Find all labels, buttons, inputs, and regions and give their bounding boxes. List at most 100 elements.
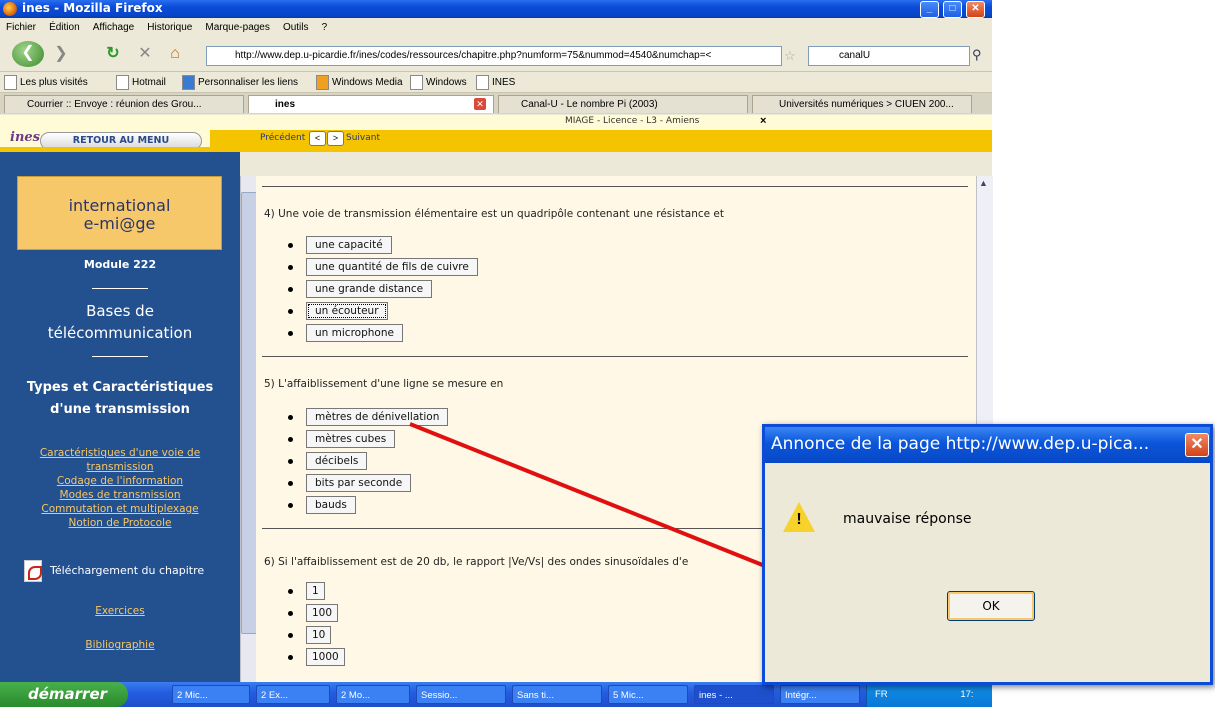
taskbar-item[interactable]: 2 Mic...	[172, 685, 250, 704]
scroll-up-icon[interactable]: ▲	[979, 178, 988, 188]
answer-button[interactable]: 1000	[306, 648, 345, 666]
answer-button[interactable]: 100	[306, 604, 339, 622]
search-box[interactable]: canalU	[808, 46, 970, 66]
tab-courrier[interactable]: Courrier :: Envoye : réunion des Grou...	[4, 95, 244, 113]
header-close-icon[interactable]: ×	[760, 115, 766, 127]
next-arrow-button[interactable]: >	[327, 131, 344, 146]
warning-mark: !	[796, 511, 802, 528]
module-title-line1: Bases de	[86, 302, 154, 320]
module-title-line2: télécommunication	[47, 324, 193, 342]
dialog-title: Annonce de la page http://www.dep.u-pica…	[771, 434, 1150, 454]
answer-button[interactable]: un microphone	[306, 324, 403, 342]
pdf-icon[interactable]	[24, 560, 42, 582]
bookmark-plus-visites[interactable]: Les plus visités	[4, 75, 88, 90]
download-chapter-link[interactable]: Téléchargement du chapitre	[50, 564, 204, 577]
answer-button[interactable]: une grande distance	[306, 280, 433, 298]
taskbar-item[interactable]: Sans ti...	[512, 685, 602, 704]
answer-button[interactable]: bauds	[306, 496, 356, 514]
back-button[interactable]: ❮	[12, 41, 44, 67]
answer-button[interactable]: décibels	[306, 452, 368, 470]
maximize-button[interactable]: □	[943, 1, 962, 18]
next-label[interactable]: Suivant	[346, 133, 380, 143]
menu-edition[interactable]: Édition	[49, 18, 80, 37]
search-icon[interactable]: ⚲	[972, 47, 982, 63]
course-sidebar: international e-mi@ge Module 222 Bases d…	[0, 152, 240, 682]
answer-button[interactable]: 10	[306, 626, 332, 644]
divider	[92, 288, 148, 289]
language-indicator[interactable]: FR	[875, 689, 888, 700]
answer-button[interactable]: mètres cubes	[306, 430, 396, 448]
minimize-button[interactable]: _	[920, 1, 939, 18]
taskbar-item[interactable]: Intégr...	[780, 685, 860, 704]
chapter-title-line2: d'une transmission	[50, 402, 190, 417]
taskbar: démarrer 2 Mic... 2 Ex... 2 Mo... Sessio…	[0, 682, 992, 707]
sidebar-link-transmission[interactable]: transmission	[0, 460, 240, 474]
stop-button[interactable]: ✕	[132, 42, 158, 66]
tab-canal-u[interactable]: Canal-U - Le nombre Pi (2003)	[498, 95, 748, 113]
menu-fichier[interactable]: Fichier	[6, 18, 36, 37]
answer-button[interactable]: une capacité	[306, 236, 392, 254]
bookmark-ines[interactable]: INES	[476, 75, 515, 90]
navigation-toolbar: ❮ ❯ ↻ ✕ ⌂ http://www.dep.u-picardie.fr/i…	[0, 38, 992, 72]
taskbar-item[interactable]: 2 Mo...	[336, 685, 410, 704]
divider	[92, 356, 148, 357]
menu-aide[interactable]: ?	[322, 18, 328, 37]
answer-button[interactable]: bits par seconde	[306, 474, 412, 492]
taskbar-item-active[interactable]: ines - ...	[694, 685, 774, 704]
menu-affichage[interactable]: Affichage	[93, 18, 135, 37]
answer-button[interactable]: 1	[306, 582, 325, 600]
ok-button[interactable]: OK	[947, 591, 1035, 621]
prev-label[interactable]: Précédent	[260, 133, 305, 143]
menu-marque-pages[interactable]: Marque-pages	[205, 18, 269, 37]
bibliographie-link[interactable]: Bibliographie	[0, 638, 240, 652]
url-bar[interactable]: http://www.dep.u-picardie.fr/ines/codes/…	[206, 46, 782, 66]
tab-ines[interactable]: ines	[248, 95, 494, 113]
dialog-title-bar: Annonce de la page http://www.dep.u-pica…	[765, 427, 1210, 463]
sidebar-link-caracteristiques[interactable]: Caractéristiques d'une voie de	[0, 446, 240, 460]
tab-universites[interactable]: Universités numériques > CIUEN 200...	[752, 95, 972, 113]
forward-button[interactable]: ❯	[48, 42, 74, 66]
chapter-title-line1: Types et Caractéristiques	[26, 380, 214, 395]
taskbar-item[interactable]: 5 Mic...	[608, 685, 688, 704]
course-title: MIAGE - Licence - L3 - Amiens	[565, 116, 700, 126]
home-button[interactable]: ⌂	[162, 42, 188, 66]
bookmark-personnaliser[interactable]: Personnaliser les liens	[182, 75, 298, 90]
reload-button[interactable]: ↻	[100, 42, 126, 66]
taskbar-item[interactable]: 2 Ex...	[256, 685, 330, 704]
emiage-logo: international e-mi@ge	[17, 176, 222, 250]
bookmark-star-icon[interactable]: ☆	[784, 48, 796, 64]
tab-strip: Courrier :: Envoye : réunion des Grou...…	[0, 93, 992, 114]
bookmark-windows-media[interactable]: Windows Media	[316, 75, 403, 90]
question-5: 5) L'affaiblissement d'une ligne se mesu…	[264, 378, 504, 390]
system-tray: FR 17:	[866, 682, 992, 707]
page-navigation: Précédent < > Suivant	[210, 130, 992, 147]
prev-arrow-button[interactable]: <	[309, 131, 326, 146]
url-text: http://www.dep.u-picardie.fr/ines/codes/…	[235, 50, 712, 61]
close-tab-icon[interactable]: ✕	[474, 98, 486, 110]
divider	[262, 186, 968, 187]
firefox-icon	[3, 2, 17, 16]
close-window-button[interactable]: ✕	[966, 1, 985, 18]
answer-button[interactable]: une quantité de fils de cuivre	[306, 258, 478, 276]
bookmark-windows[interactable]: Windows	[410, 75, 467, 90]
sidebar-link-protocole[interactable]: Notion de Protocole	[0, 516, 240, 530]
sidebar-link-commutation[interactable]: Commutation et multiplexage	[0, 502, 240, 516]
clock: 17:	[960, 689, 974, 700]
bookmark-hotmail[interactable]: Hotmail	[116, 75, 166, 90]
menu-outils[interactable]: Outils	[283, 18, 309, 37]
answer-button[interactable]: un écouteur	[306, 302, 388, 320]
answer-button[interactable]: mètres de dénivellation	[306, 408, 449, 426]
exercices-link[interactable]: Exercices	[0, 604, 240, 618]
title-bar: ines - Mozilla Firefox _ □ ✕	[0, 0, 992, 18]
dialog-close-button[interactable]: ✕	[1185, 433, 1209, 457]
sidebar-scroll-thumb[interactable]	[241, 192, 257, 634]
divider	[262, 356, 968, 357]
taskbar-item[interactable]: Sessio...	[416, 685, 506, 704]
menu-historique[interactable]: Historique	[147, 18, 192, 37]
sidebar-link-codage[interactable]: Codage de l'information	[0, 474, 240, 488]
module-label: Module 222	[83, 258, 157, 271]
dialog-message: mauvaise réponse	[843, 511, 972, 527]
sidebar-link-modes[interactable]: Modes de transmission	[0, 488, 240, 502]
menu-bar: Fichier Édition Affichage Historique Mar…	[0, 18, 992, 37]
start-button[interactable]: démarrer	[0, 682, 128, 707]
